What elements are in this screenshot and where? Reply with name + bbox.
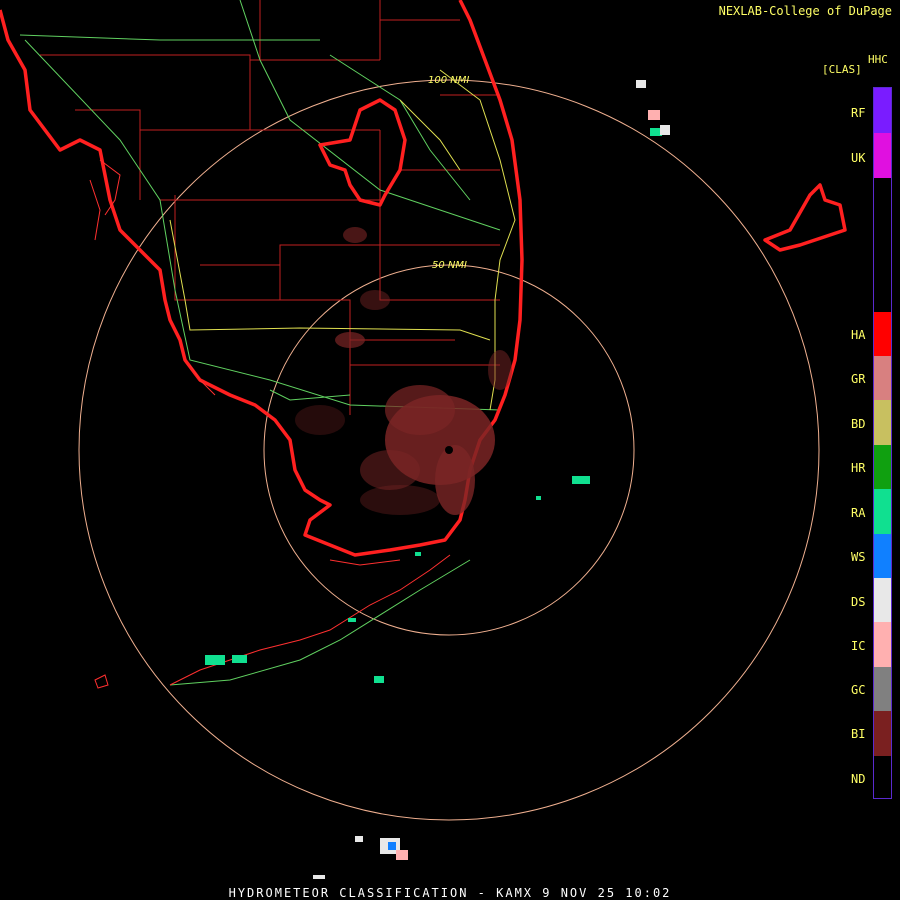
product-code: HHC [868, 53, 888, 66]
radar-map: 100 NMI 50 NMI [0, 0, 847, 879]
legend-swatch-gc [874, 667, 891, 711]
legend-swatch-ds [874, 578, 891, 622]
legend-swatch-hr [874, 445, 891, 489]
legend-label-uk: UK [851, 151, 866, 165]
highway-lines [19, 0, 501, 686]
radar-site-marker [445, 446, 453, 454]
legend-label-ws: WS [851, 550, 866, 564]
legend-label-ds: DS [851, 595, 866, 609]
product-footer: HYDROMETEOR CLASSIFICATION - KAMX 9 NOV … [228, 886, 672, 900]
legend-label-ic: IC [851, 639, 866, 653]
legend-swatch-ra [874, 489, 891, 534]
legend-swatch-ic [874, 622, 891, 667]
legend-label-ra: RA [851, 506, 866, 520]
legend-swatch-bd [874, 400, 891, 445]
legend-label-nd: ND [851, 772, 866, 786]
legend-label-bi: BI [851, 727, 866, 741]
legend-label-gr: GR [851, 372, 866, 386]
credit-label: NEXLAB-College of DuPage [718, 4, 892, 18]
legend-swatch-ws [874, 534, 891, 578]
legend-label-hr: HR [851, 461, 866, 475]
legend-swatch-rf [874, 88, 891, 133]
legend-swatch-uk [874, 133, 891, 178]
legend-label-gc: GC [851, 683, 866, 697]
color-legend [873, 87, 892, 799]
legend-swatch-ha [874, 312, 891, 356]
legend-label-bd: BD [851, 417, 866, 431]
legend-label-rf: RF [851, 106, 866, 120]
road-lines [169, 69, 516, 411]
legend-swatch-gr [874, 356, 891, 400]
legend-label-ha: HA [851, 328, 866, 342]
legend-header: [CLAS] [822, 63, 862, 76]
legend-swatch-bi [874, 711, 891, 756]
ring-label-50: 50 NMI [432, 260, 467, 271]
